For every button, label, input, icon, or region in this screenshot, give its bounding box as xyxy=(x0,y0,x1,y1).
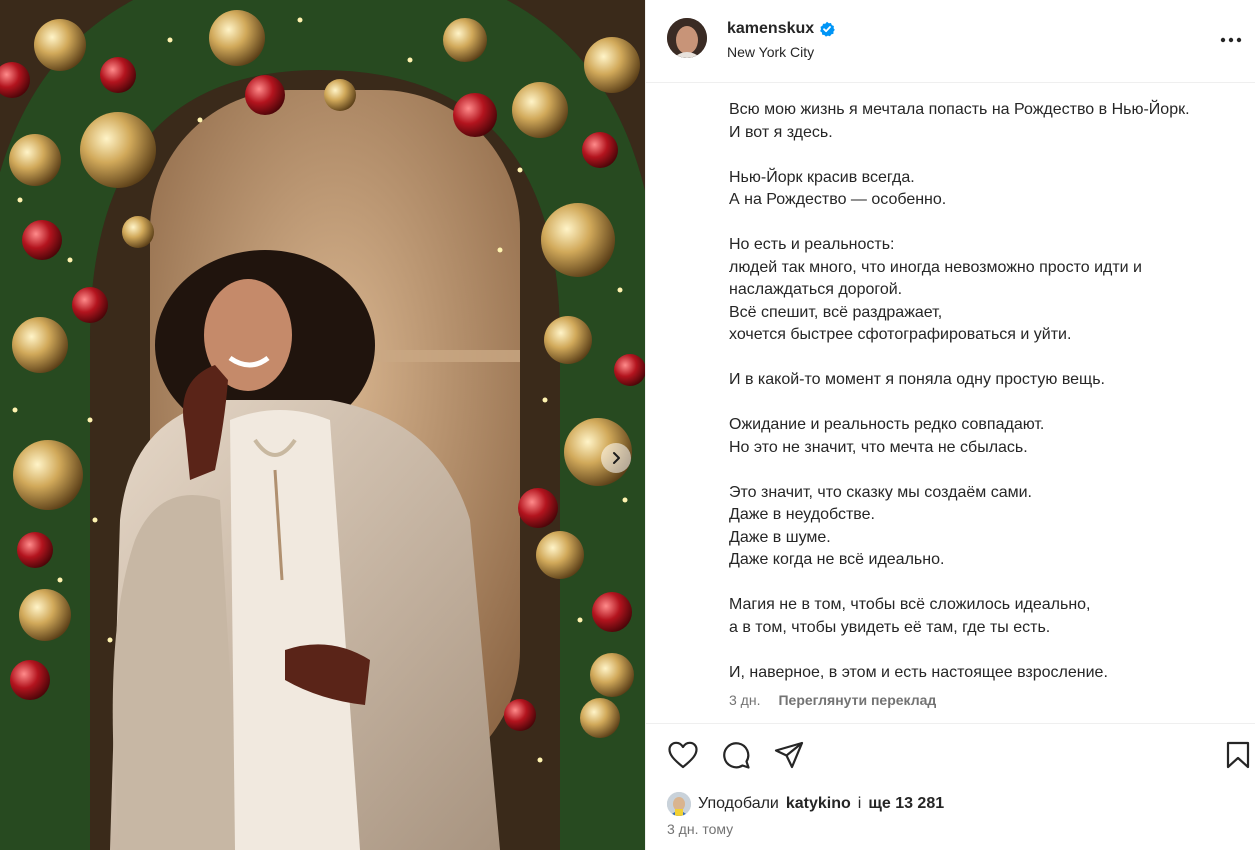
share-icon xyxy=(774,741,804,769)
post-photo xyxy=(0,0,645,850)
more-options-icon xyxy=(1220,37,1242,43)
see-translation-link[interactable]: Переглянути переклад xyxy=(778,692,936,708)
post-media[interactable] xyxy=(0,0,645,850)
caption-line: Даже в шуме. xyxy=(729,528,831,546)
heart-icon xyxy=(668,741,698,769)
caption-line: Это значит, что сказку мы создаём сами. xyxy=(729,483,1032,501)
caption-line: Магия не в том, чтобы всё сложилось идеа… xyxy=(729,596,1091,613)
save-button[interactable] xyxy=(1222,739,1254,771)
post-header: kamenskux New York City xyxy=(646,0,1255,83)
post-timestamp[interactable]: 3 дн. тому xyxy=(667,821,733,837)
avatar[interactable] xyxy=(667,18,707,58)
likes-and: і xyxy=(857,795,862,812)
likes-user[interactable]: katykino xyxy=(786,795,851,813)
verified-badge-icon xyxy=(820,21,835,37)
caption-line: И, наверное, в этом и есть настоящее взр… xyxy=(729,663,1108,681)
like-button[interactable] xyxy=(667,739,699,771)
caption-line: А на Рождество — особенно. xyxy=(729,191,947,208)
username[interactable]: kamenskux xyxy=(727,20,814,38)
caption-line: людей так много, что иногда невозможно п… xyxy=(729,258,1142,276)
caption-line: Всю мою жизнь я мечтала попасть на Рожде… xyxy=(729,101,1190,118)
caption-line: Но есть и реальность: xyxy=(729,236,895,253)
caption-line: хочется быстрее сфотографироваться и уйт… xyxy=(729,326,1072,343)
likes-count[interactable]: ще 13 281 xyxy=(868,795,944,813)
caption-time[interactable]: 3 дн. xyxy=(729,692,760,708)
liker-avatar-image xyxy=(667,792,691,816)
caption-line: Даже в неудобстве. xyxy=(729,506,875,523)
caption-meta: 3 дн. Переглянути переклад xyxy=(729,692,936,708)
share-button[interactable] xyxy=(773,739,805,771)
comment-icon xyxy=(723,742,750,769)
caption-line: И вот я здесь. xyxy=(729,123,833,141)
caption-line: Нью-Йорк красив всегда. xyxy=(729,168,915,186)
caption-line: Всё спешит, всё раздражает, xyxy=(729,303,943,321)
avatar-image xyxy=(667,18,707,58)
caption-line: И в какой-то момент я поняла одну просту… xyxy=(729,371,1105,388)
username-row: kamenskux xyxy=(727,20,835,38)
location[interactable]: New York City xyxy=(727,44,814,60)
caption-line: Ожидание и реальность редко совпадают. xyxy=(729,416,1045,433)
likes-prefix: Уподобали xyxy=(698,795,779,812)
comment-button[interactable] xyxy=(720,739,752,771)
caption-line: Даже когда не всё идеально. xyxy=(729,551,945,568)
liker-avatar[interactable] xyxy=(667,792,691,816)
next-photo-button[interactable] xyxy=(601,443,631,473)
caption-line: наслаждаться дорогой. xyxy=(729,281,903,298)
bookmark-icon xyxy=(1226,741,1250,769)
likes-summary: Уподобали katykino і ще 13 281 xyxy=(667,792,944,816)
caption-line: а в том, чтобы увидеть её там, где ты ес… xyxy=(729,618,1051,636)
divider xyxy=(646,723,1255,724)
post-caption: Всю мою жизнь я мечтала попасть на Рожде… xyxy=(729,99,1239,684)
post-actions xyxy=(667,739,805,771)
post-details-panel: kamenskux New York City Всю мою жизнь я … xyxy=(645,0,1255,850)
chevron-right-icon xyxy=(613,452,620,464)
caption-line: Но это не значит, что мечта не сбылась. xyxy=(729,438,1028,456)
more-options-button[interactable] xyxy=(1218,28,1244,52)
